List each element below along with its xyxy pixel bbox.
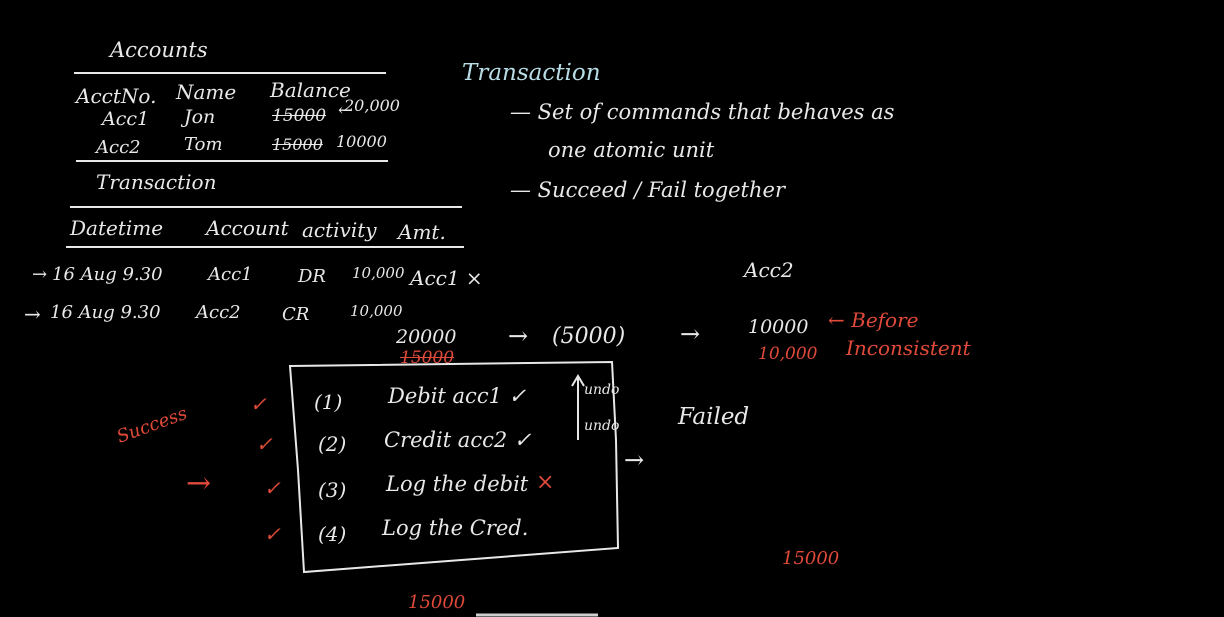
undo-label-1: undo (584, 382, 620, 398)
undo-label-2: undo (584, 418, 620, 434)
pointer-arrow: → (186, 466, 212, 501)
step-4-text: Log the Cred. (382, 516, 529, 540)
failed-label: Failed (678, 404, 750, 430)
failed-arrow: → (624, 446, 645, 474)
step-2-text: Credit acc2 ✓ (384, 428, 532, 452)
check-1: ✓ (250, 392, 267, 416)
bottom-right-value: 15000 (782, 548, 840, 569)
step-3-fail-mark: × (536, 470, 555, 495)
step-4-num: (4) (318, 522, 347, 546)
check-3: ✓ (264, 476, 281, 500)
step-1-text: Debit acc1 ✓ (388, 384, 527, 408)
check-2: ✓ (256, 432, 273, 456)
bottom-value: 15000 (408, 592, 466, 613)
step-2-num: (2) (318, 432, 347, 456)
check-4: ✓ (264, 522, 281, 546)
step-1-num: (1) (314, 390, 343, 414)
step-3-num: (3) (318, 478, 347, 502)
steps-box-drawing (288, 360, 620, 617)
step-3-text: Log the debit (386, 472, 529, 496)
